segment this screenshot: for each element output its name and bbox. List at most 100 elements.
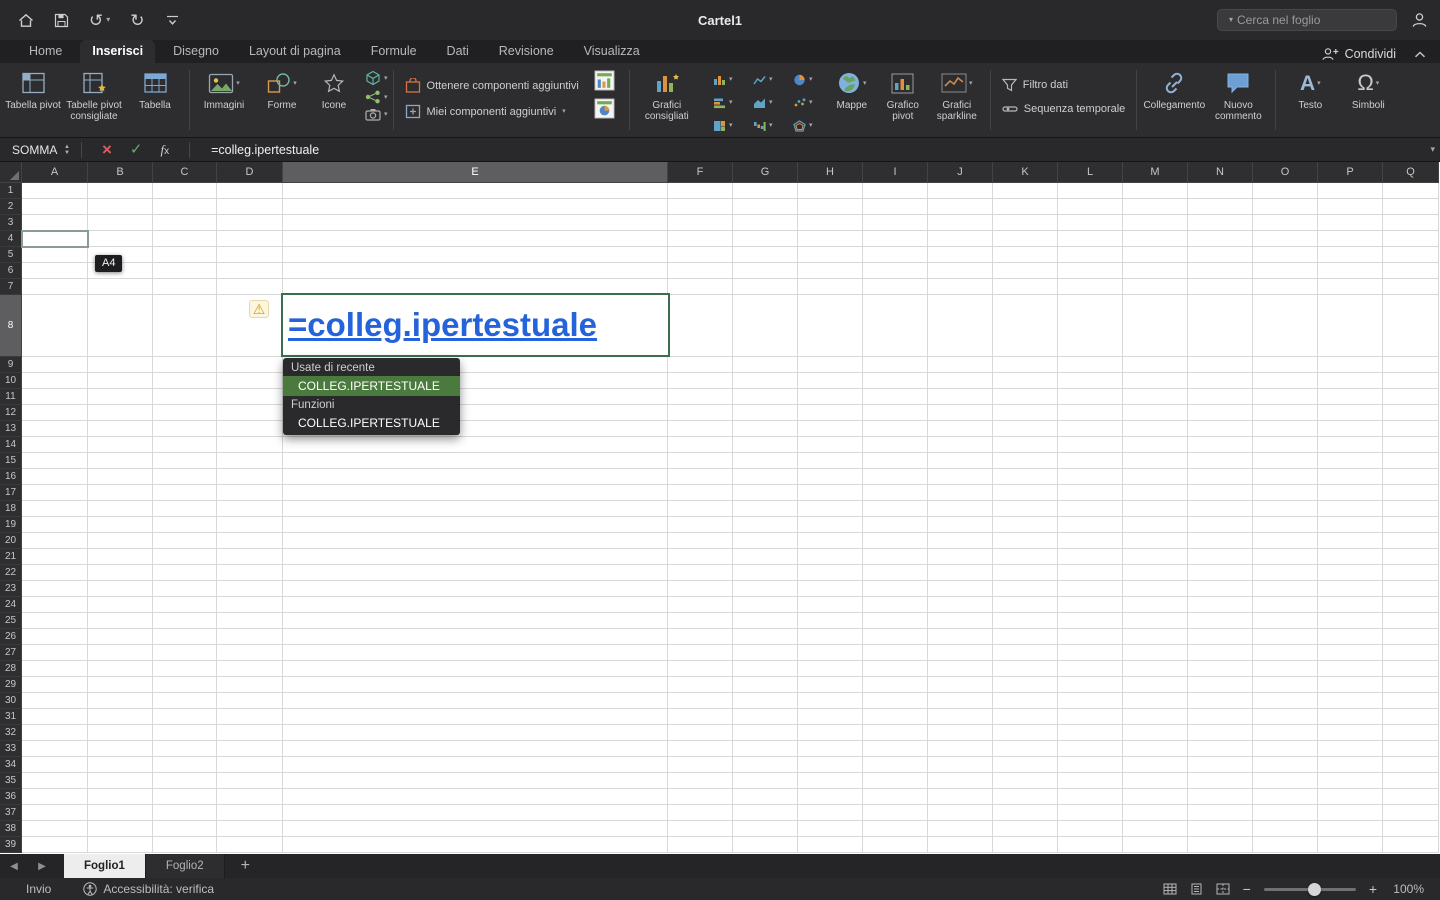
row-header-9[interactable]: 9 [0,357,22,373]
cell-J23[interactable] [928,581,993,597]
cell-K34[interactable] [993,757,1058,773]
row-header-11[interactable]: 11 [0,389,22,405]
cell-E5[interactable] [283,247,668,263]
cell-K18[interactable] [993,501,1058,517]
cell-I31[interactable] [863,709,928,725]
cell-G6[interactable] [733,263,798,279]
cell-A14[interactable] [22,437,88,453]
cell-A39[interactable] [22,837,88,853]
cell-F36[interactable] [668,789,733,805]
cell-O21[interactable] [1253,549,1318,565]
cell-H7[interactable] [798,279,863,295]
cell-H15[interactable] [798,453,863,469]
addin-gallery-item-1[interactable] [593,69,616,92]
cell-Q21[interactable] [1383,549,1439,565]
column-header-L[interactable]: L [1058,162,1123,183]
cell-K36[interactable] [993,789,1058,805]
cell-K8[interactable] [993,295,1058,357]
insert-bar-chart-button[interactable]: ▾ [703,91,743,114]
cell-B17[interactable] [88,485,153,501]
waterfall-chart-dropdown-icon[interactable]: ▾ [769,122,773,129]
cell-N34[interactable] [1188,757,1253,773]
row-header-38[interactable]: 38 [0,821,22,837]
cell-G33[interactable] [733,741,798,757]
cell-H24[interactable] [798,597,863,613]
cell-F37[interactable] [668,805,733,821]
cell-J21[interactable] [928,549,993,565]
cell-A1[interactable] [22,183,88,199]
cell-H2[interactable] [798,199,863,215]
cell-Q20[interactable] [1383,533,1439,549]
cell-P3[interactable] [1318,215,1383,231]
column-header-G[interactable]: G [733,162,798,183]
cell-C17[interactable] [153,485,217,501]
share-button[interactable]: Condividi [1321,47,1396,61]
cell-H1[interactable] [798,183,863,199]
cell-K31[interactable] [993,709,1058,725]
cell-M11[interactable] [1123,389,1188,405]
cell-C6[interactable] [153,263,217,279]
cell-O26[interactable] [1253,629,1318,645]
cell-Q39[interactable] [1383,837,1439,853]
cell-A7[interactable] [22,279,88,295]
cell-I10[interactable] [863,373,928,389]
cell-C1[interactable] [153,183,217,199]
cell-O17[interactable] [1253,485,1318,501]
cell-O31[interactable] [1253,709,1318,725]
cell-P24[interactable] [1318,597,1383,613]
cell-O29[interactable] [1253,677,1318,693]
cell-L4[interactable] [1058,231,1123,247]
cell-G1[interactable] [733,183,798,199]
cell-Q26[interactable] [1383,629,1439,645]
cell-D7[interactable] [217,279,283,295]
cell-D28[interactable] [217,661,283,677]
cell-H36[interactable] [798,789,863,805]
cell-M38[interactable] [1123,821,1188,837]
cell-A26[interactable] [22,629,88,645]
cell-H33[interactable] [798,741,863,757]
cell-I37[interactable] [863,805,928,821]
cell-G5[interactable] [733,247,798,263]
cell-G26[interactable] [733,629,798,645]
cell-G28[interactable] [733,661,798,677]
cell-D4[interactable] [217,231,283,247]
cell-L31[interactable] [1058,709,1123,725]
cell-H30[interactable] [798,693,863,709]
cell-E27[interactable] [283,645,668,661]
tab-inserisci[interactable]: Inserisci [80,40,155,63]
cell-J3[interactable] [928,215,993,231]
cell-C34[interactable] [153,757,217,773]
cell-F2[interactable] [668,199,733,215]
cell-A24[interactable] [22,597,88,613]
cell-O32[interactable] [1253,725,1318,741]
cell-G11[interactable] [733,389,798,405]
cell-Q31[interactable] [1383,709,1439,725]
cell-L2[interactable] [1058,199,1123,215]
cell-A30[interactable] [22,693,88,709]
pivot-table-button[interactable]: Tabella pivot [4,65,62,111]
cell-G29[interactable] [733,677,798,693]
cell-B37[interactable] [88,805,153,821]
cell-F3[interactable] [668,215,733,231]
cell-M7[interactable] [1123,279,1188,295]
cell-D18[interactable] [217,501,283,517]
cell-C11[interactable] [153,389,217,405]
undo-button[interactable]: ↺ ▾ [89,12,110,29]
cell-C7[interactable] [153,279,217,295]
cell-A6[interactable] [22,263,88,279]
treemap-chart-dropdown-icon[interactable]: ▾ [729,122,733,129]
cell-O33[interactable] [1253,741,1318,757]
cell-M22[interactable] [1123,565,1188,581]
cell-P10[interactable] [1318,373,1383,389]
row-header-13[interactable]: 13 [0,421,22,437]
cell-G7[interactable] [733,279,798,295]
cell-Q10[interactable] [1383,373,1439,389]
cell-O36[interactable] [1253,789,1318,805]
cell-A32[interactable] [22,725,88,741]
cell-L10[interactable] [1058,373,1123,389]
scatter-chart-dropdown-icon[interactable]: ▾ [809,99,813,106]
select-all-corner[interactable] [0,162,22,183]
cell-N24[interactable] [1188,597,1253,613]
slicer-button[interactable]: Filtro dati [1002,78,1126,92]
row-header-30[interactable]: 30 [0,693,22,709]
